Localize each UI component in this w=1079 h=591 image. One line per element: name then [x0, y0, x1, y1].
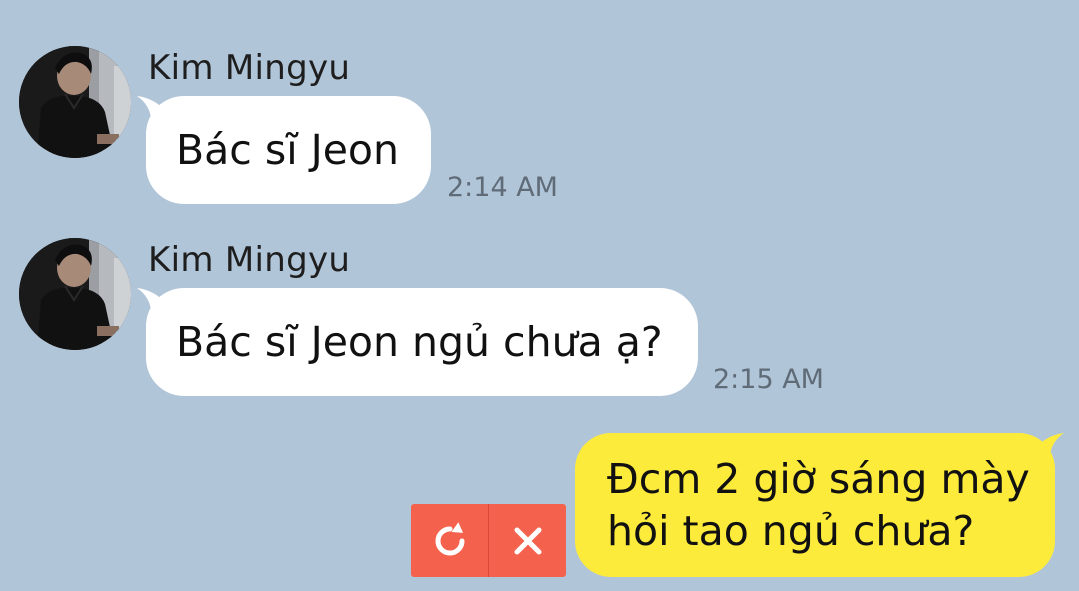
profile-photo-icon: [19, 46, 131, 158]
retry-button[interactable]: [411, 504, 488, 577]
sender-name: Kim Mingyu: [148, 48, 351, 88]
sender-name: Kim Mingyu: [148, 240, 351, 280]
chat-room: Kim Mingyu Bác sĩ Jeon 2:14 AM Kim Mingy…: [0, 0, 1079, 591]
message-line: Đcm 2 giờ sáng mày: [607, 455, 1030, 503]
avatar[interactable]: [19, 238, 131, 350]
bubble-tail: [1036, 433, 1064, 455]
message-line: hỏi tao ngủ chưa?: [607, 507, 975, 555]
outgoing-message-bubble[interactable]: Đcm 2 giờ sáng mày hỏi tao ngủ chưa?: [575, 433, 1064, 577]
bubble-tail: [137, 288, 165, 310]
message-time: 2:14 AM: [447, 172, 558, 203]
profile-photo-icon: [19, 238, 131, 350]
retry-icon: [435, 521, 464, 555]
message-text: Bác sĩ Jeon: [176, 126, 399, 174]
bubble-tail: [137, 96, 165, 118]
message-text: Đcm 2 giờ sáng mày hỏi tao ngủ chưa?: [607, 453, 1037, 557]
message-time: 2:15 AM: [713, 364, 824, 395]
close-icon: [514, 527, 541, 554]
failed-send-actions: [411, 504, 566, 577]
avatar[interactable]: [19, 46, 131, 158]
message-text: Bác sĩ Jeon ngủ chưa ạ?: [176, 318, 663, 366]
message-bubble[interactable]: Bác sĩ Jeon ngủ chưa ạ?: [137, 288, 698, 396]
delete-button[interactable]: [489, 504, 566, 577]
message-bubble[interactable]: Bác sĩ Jeon: [137, 96, 431, 204]
